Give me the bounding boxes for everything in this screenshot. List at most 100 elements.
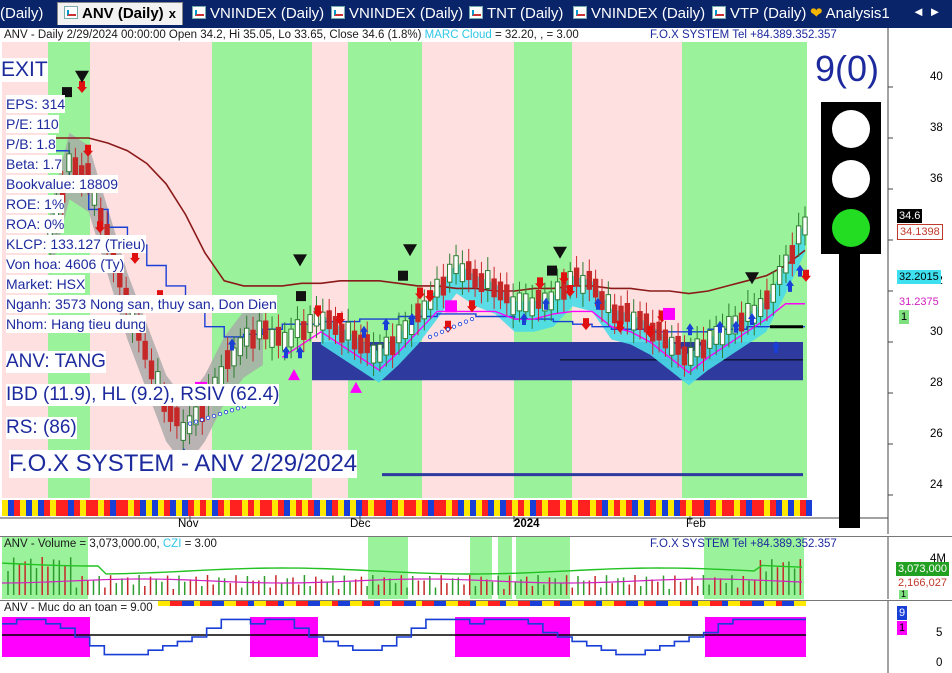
tab-scroll-arrows[interactable]: ◄ ► [912, 4, 941, 19]
signal-strip-cell [494, 500, 500, 516]
signal-strip-cell [290, 500, 296, 516]
tab-vnindex-daily[interactable]: VNINDEX (Daily) [186, 3, 324, 25]
candle-body [174, 407, 180, 427]
candle-body [421, 300, 428, 320]
tab-vnindex-daily-3[interactable]: VNINDEX (Daily) [567, 3, 705, 25]
signal-strip-cell [386, 500, 392, 516]
signal-tag: 1 [899, 310, 910, 324]
candle-body [554, 281, 561, 301]
chart-icon [192, 6, 206, 19]
chart-icon [469, 6, 483, 19]
volume-pane[interactable]: ANV - Volume = 3,073,000.00, CZI = 3.00 … [0, 536, 952, 599]
safety-y-tick: 0 [936, 657, 943, 669]
signal-strip-cell [572, 500, 578, 516]
safety-strip-cell [536, 601, 542, 606]
y-tick: 24 [930, 479, 943, 491]
signal-strip-cell [452, 500, 458, 516]
tab-vnindex-daily-2[interactable]: VNINDEX (Daily) [325, 3, 463, 25]
safety-strip-cell [158, 601, 164, 606]
safety-strip-cell [788, 601, 794, 606]
safety-level-line [2, 618, 806, 656]
signal-strip-cell [476, 500, 482, 516]
y-tick: 40 [930, 71, 943, 83]
safety-strip-cell [338, 601, 344, 606]
signal-strip-cell [548, 500, 554, 516]
signal-strip-cell [380, 500, 386, 516]
signal-strip-cell [74, 500, 80, 516]
signal-strip-cell [614, 500, 620, 516]
safety-strip-cell [212, 601, 218, 606]
candle-body [764, 290, 770, 310]
signal-strip-cell [344, 500, 350, 516]
safety-strip-cell [164, 601, 170, 606]
czi-value: = 3.00 [184, 538, 217, 550]
signal-strip-cell [716, 500, 722, 516]
safety-strip-cell [410, 601, 416, 606]
tab-label: TNT (Daily) [487, 5, 564, 22]
candle-body [402, 320, 408, 340]
signal-strip-cell [326, 500, 332, 516]
safety-strip-cell [740, 601, 746, 606]
y-tick: 26 [930, 428, 943, 440]
candle-body [358, 334, 364, 354]
tab-daily[interactable]: (Daily) [0, 3, 43, 25]
signal-strip-cell [554, 500, 560, 516]
safety-strip-cell [278, 601, 284, 606]
safety-strip-cell [512, 601, 518, 606]
safety-strip-cell [218, 601, 224, 606]
signal-strip-cell [602, 500, 608, 516]
safety-strip-cell [476, 601, 482, 606]
tab-analysis1[interactable]: ❤ Analysis1 [806, 3, 890, 25]
candle-body [624, 302, 631, 322]
safety-strip-cell [794, 601, 800, 606]
signal-strip-cell [776, 500, 782, 516]
safety-strip-cell [704, 601, 710, 606]
signal-strip-cell [668, 500, 674, 516]
safety-strip-cell [188, 601, 194, 606]
signal-strip-cell [218, 500, 224, 516]
signal-strip-cell [794, 500, 800, 516]
price-pane[interactable]: ANV - Daily 2/29/2024 00:00:00 Open 34.2… [0, 28, 952, 534]
tab-tnt-daily[interactable]: TNT (Daily) [463, 3, 563, 25]
signal-strip-cell [32, 500, 38, 516]
candle-body [694, 338, 700, 358]
trail-dot [439, 329, 445, 334]
candle-body [637, 311, 643, 330]
candle-body [370, 344, 377, 364]
signal-strip-cell [512, 500, 518, 516]
candle-body [669, 336, 675, 356]
zone-background [514, 42, 572, 498]
safety-pane[interactable]: ANV - Muc do an toan = 9.00 5 0 9 1 [0, 600, 952, 673]
system-title-banner: F.O.X SYSTEM - ANV 2/29/2024 [9, 450, 358, 478]
close-icon[interactable]: x [169, 6, 176, 21]
safety-strip-cell [554, 601, 560, 606]
signal-strip-cell [620, 500, 626, 516]
safety-y-tick: 5 [936, 627, 943, 639]
tab-anv-daily[interactable]: ANV (Daily) x [57, 2, 183, 25]
signal-strip-cell [584, 500, 590, 516]
signal-strip-cell [590, 500, 596, 516]
signal-strip-cell [746, 500, 752, 516]
safety-strip-cell [266, 601, 272, 606]
signal-strip-cell [62, 500, 68, 516]
safety-strip-cell [182, 601, 188, 606]
x-label-2024: 2024 [514, 518, 540, 530]
analysis-icon: ❤ [810, 5, 823, 22]
volume-zone [516, 537, 570, 599]
candle-body [789, 245, 796, 264]
safety-strip-cell [356, 601, 362, 606]
trail-dot [211, 413, 217, 419]
signal-strip-cell [206, 500, 212, 516]
candle-body [288, 328, 294, 348]
signal-strip-cell [506, 500, 512, 516]
traffic-light-middle [832, 160, 870, 198]
signal-strip-cell [20, 500, 26, 516]
candle-body [573, 267, 580, 287]
signal-strip-cell [530, 500, 536, 516]
safety-strip-cell [368, 601, 374, 606]
signal-strip-cell [242, 500, 248, 516]
safety-strip-cell [242, 601, 248, 606]
safety-strip-cell [176, 601, 182, 606]
tab-vtp-daily[interactable]: VTP (Daily) [706, 3, 806, 25]
safety-strip-cell [752, 601, 758, 606]
